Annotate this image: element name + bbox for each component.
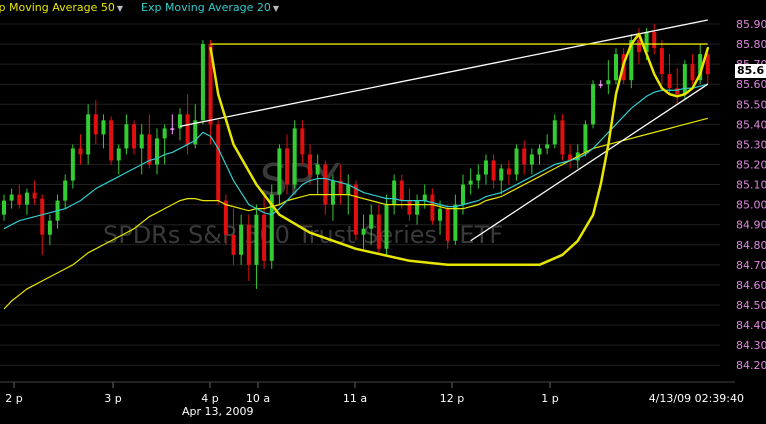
chart-grid	[0, 23, 720, 366]
x-tick-label: 11 a	[343, 392, 367, 405]
candle	[24, 188, 29, 215]
legend-ema-label: Exp Moving Average 20	[141, 1, 271, 14]
candle	[399, 174, 404, 209]
candle	[63, 174, 68, 209]
candle	[690, 54, 695, 85]
candle	[254, 204, 259, 289]
y-tick-label: 84.30	[736, 339, 766, 352]
stock-chart: SPY SPDRs S&P 500 Trust Series I ETF 85.…	[0, 18, 766, 405]
y-tick-label: 85.40	[736, 118, 766, 131]
candle	[200, 40, 205, 125]
candle	[606, 60, 611, 95]
candle	[231, 208, 236, 265]
x-tick-label: 2 p	[5, 392, 22, 405]
x-tick-label: 1 p	[541, 392, 558, 405]
candle	[430, 188, 435, 225]
candle	[483, 154, 488, 185]
candle	[292, 120, 297, 189]
candle	[499, 164, 504, 195]
candle	[560, 114, 565, 161]
candle	[177, 108, 182, 141]
current-price-tag: 85.6	[735, 64, 766, 78]
candle	[86, 104, 91, 165]
candle	[132, 120, 137, 155]
candle	[109, 116, 114, 165]
x-tick-label: 10 a	[246, 392, 270, 405]
candle	[537, 144, 542, 165]
candle	[124, 114, 129, 155]
candle	[55, 194, 60, 229]
x-tick-label: 4 p	[201, 392, 218, 405]
candle	[323, 160, 328, 215]
candle	[376, 204, 381, 255]
candle	[70, 144, 75, 189]
x-tick-label: 12 p	[440, 392, 464, 405]
candle	[93, 100, 98, 145]
candle	[652, 24, 657, 55]
candle	[40, 194, 45, 255]
candle	[614, 48, 618, 85]
candle	[9, 188, 14, 209]
legend-sma-label: xp Moving Average 50	[0, 1, 115, 14]
y-tick-label: 84.60	[736, 279, 766, 292]
candle	[591, 80, 596, 129]
candle	[116, 144, 121, 175]
candle	[2, 194, 6, 221]
y-tick-label: 85.90	[736, 18, 766, 31]
legend-sma[interactable]: xp Moving Average 50 ▼	[0, 1, 123, 15]
y-tick-label: 85.10	[736, 179, 766, 192]
y-tick-label: 84.50	[736, 299, 766, 312]
candle	[453, 194, 458, 245]
y-tick-label: 85.00	[736, 199, 766, 212]
x-tick-label: 3 p	[104, 392, 121, 405]
moving-averages	[3, 83, 708, 310]
candle	[514, 144, 519, 181]
y-tick-label: 85.20	[736, 158, 766, 171]
y-tick-label: 85.60	[736, 78, 766, 91]
candle	[155, 128, 159, 175]
candle	[47, 214, 52, 245]
candle	[545, 134, 550, 155]
dropdown-caret-icon[interactable]: ▼	[117, 4, 123, 13]
candle	[101, 114, 106, 149]
trend-line	[470, 83, 709, 242]
candle	[529, 148, 534, 175]
y-tick-label: 84.70	[736, 259, 766, 272]
candle	[659, 40, 664, 85]
y-tick-label: 84.40	[736, 319, 766, 332]
date-label: Apr 13, 2009	[182, 405, 254, 418]
candle	[522, 140, 527, 175]
x-axis: 2 p 3 p 4 p 10 a 11 a 12 p 1 p	[0, 381, 735, 405]
y-tick-label: 85.30	[736, 138, 766, 151]
candle	[598, 80, 603, 89]
legend-ema[interactable]: Exp Moving Average 20 ▼	[141, 1, 279, 15]
y-tick-label: 84.80	[736, 239, 766, 252]
y-tick-label: 85.80	[736, 38, 766, 51]
y-tick-label: 84.90	[736, 219, 766, 232]
candle	[468, 168, 473, 195]
watermark-name: SPDRs S&P 500 Trust Series I ETF	[103, 221, 503, 249]
candle	[139, 124, 144, 175]
candle	[392, 174, 397, 215]
y-tick-label: 84.20	[736, 359, 766, 372]
dropdown-caret-icon[interactable]: ▼	[273, 4, 279, 13]
candle	[78, 134, 83, 165]
y-tick-label: 85.50	[736, 98, 766, 111]
candle	[552, 114, 557, 149]
candle	[491, 154, 496, 189]
candle	[269, 184, 274, 269]
timestamp: 4/13/09 02:39:40	[648, 392, 744, 405]
candle	[216, 120, 221, 205]
candle	[675, 68, 680, 105]
candle	[667, 54, 672, 95]
candle	[384, 194, 389, 255]
